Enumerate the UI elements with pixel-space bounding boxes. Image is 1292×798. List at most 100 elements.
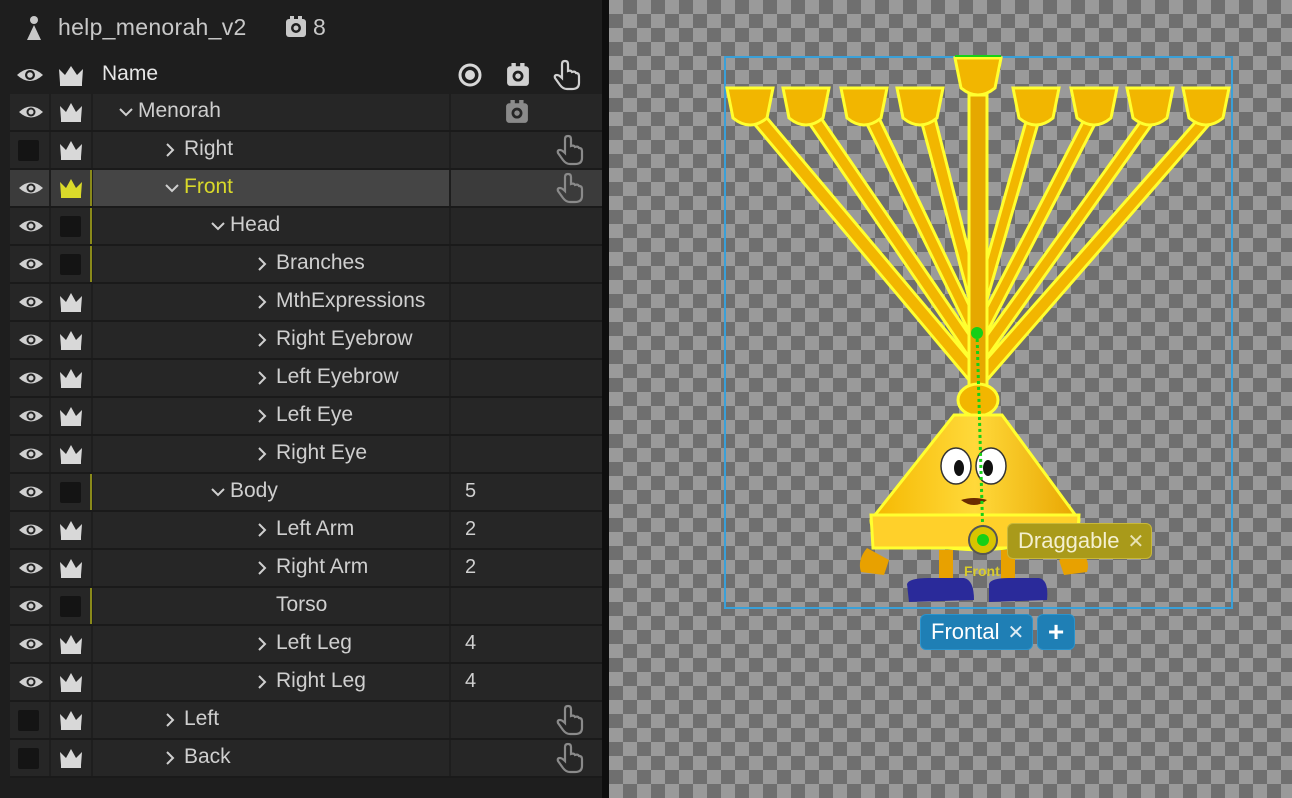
layer-row[interactable]: Left Leg 4 xyxy=(10,626,602,664)
visibility-toggle[interactable] xyxy=(10,664,49,700)
layer-row[interactable]: Right Eyebrow xyxy=(10,322,602,360)
visibility-toggle[interactable] xyxy=(10,588,49,624)
visibility-toggle[interactable] xyxy=(10,550,49,586)
layer-row[interactable]: Right xyxy=(10,132,602,170)
chevron-down-icon[interactable] xyxy=(209,483,225,501)
crown-toggle[interactable] xyxy=(51,132,91,168)
name-cell[interactable]: Left xyxy=(93,702,449,738)
layer-name[interactable]: Right xyxy=(184,137,233,161)
scene-canvas[interactable]: Front Draggable ✕ Frontal ✕ + xyxy=(609,0,1292,798)
chevron-right-icon[interactable] xyxy=(255,635,269,653)
target-column[interactable] xyxy=(456,56,484,93)
name-cell[interactable]: Right Arm xyxy=(93,550,449,586)
layer-name[interactable]: Back xyxy=(184,745,231,769)
name-cell[interactable]: Right Leg xyxy=(93,664,449,700)
frontal-tag[interactable]: Frontal ✕ xyxy=(920,614,1033,650)
visibility-toggle[interactable] xyxy=(10,436,49,472)
crown-toggle[interactable] xyxy=(51,208,91,244)
visibility-toggle[interactable] xyxy=(10,702,49,738)
visibility-toggle[interactable] xyxy=(10,474,49,510)
layer-name[interactable]: Branches xyxy=(276,251,365,275)
chevron-right-icon[interactable] xyxy=(163,749,177,767)
layer-row[interactable]: Right Arm 2 xyxy=(10,550,602,588)
layer-row[interactable]: Menorah xyxy=(10,94,602,132)
layer-name[interactable]: Right Eyebrow xyxy=(276,327,413,351)
draggable-tag[interactable]: Draggable ✕ xyxy=(1007,523,1152,559)
crown-toggle[interactable] xyxy=(51,322,91,358)
crown-toggle[interactable] xyxy=(51,664,91,700)
layer-row[interactable]: Branches xyxy=(10,246,602,284)
name-cell[interactable]: Right Eye xyxy=(93,436,449,472)
name-cell[interactable]: Right Eyebrow xyxy=(93,322,449,358)
layer-row[interactable]: Torso xyxy=(10,588,602,626)
layer-name[interactable]: Right Arm xyxy=(276,555,368,579)
layer-row[interactable]: Head xyxy=(10,208,602,246)
crown-toggle[interactable] xyxy=(51,360,91,396)
chevron-down-icon[interactable] xyxy=(163,179,179,197)
visibility-toggle[interactable] xyxy=(10,740,49,776)
chevron-right-icon[interactable] xyxy=(255,369,269,387)
visibility-toggle[interactable] xyxy=(10,208,49,244)
name-cell[interactable]: Body xyxy=(93,474,449,510)
name-cell[interactable]: Left Leg xyxy=(93,626,449,662)
crown-toggle[interactable] xyxy=(51,398,91,434)
chevron-right-icon[interactable] xyxy=(255,673,269,691)
layer-name[interactable]: MthExpressions xyxy=(276,289,425,313)
layer-row[interactable]: Front xyxy=(10,170,602,208)
layer-name[interactable]: Left Leg xyxy=(276,631,352,655)
chevron-right-icon[interactable] xyxy=(163,141,177,159)
layer-row[interactable]: Back xyxy=(10,740,602,778)
add-tag-button[interactable]: + xyxy=(1037,614,1075,650)
chevron-right-icon[interactable] xyxy=(255,331,269,349)
hand-pointer-icon[interactable] xyxy=(554,134,586,166)
layer-row[interactable]: Body 5 xyxy=(10,474,602,512)
chevron-right-icon[interactable] xyxy=(255,521,269,539)
layer-name[interactable]: Left Arm xyxy=(276,517,354,541)
crown-column[interactable] xyxy=(51,56,91,93)
layer-name[interactable]: Body xyxy=(230,479,278,503)
layer-row[interactable]: Left Eye xyxy=(10,398,602,436)
layer-name[interactable]: Front xyxy=(184,175,233,199)
visibility-toggle[interactable] xyxy=(10,284,49,320)
visibility-toggle[interactable] xyxy=(10,398,49,434)
behavior-column[interactable] xyxy=(504,56,532,93)
chevron-right-icon[interactable] xyxy=(255,407,269,425)
crown-toggle[interactable] xyxy=(51,588,91,624)
layer-row[interactable]: Left xyxy=(10,702,602,740)
chevron-right-icon[interactable] xyxy=(163,711,177,729)
name-cell[interactable]: Left Arm xyxy=(93,512,449,548)
crown-toggle[interactable] xyxy=(51,170,91,206)
crown-toggle[interactable] xyxy=(51,436,91,472)
crown-toggle[interactable] xyxy=(51,626,91,662)
hand-pointer-icon[interactable] xyxy=(554,742,586,774)
crown-toggle[interactable] xyxy=(51,512,91,548)
layer-name[interactable]: Torso xyxy=(276,593,327,617)
crown-toggle[interactable] xyxy=(51,702,91,738)
chevron-right-icon[interactable] xyxy=(255,293,269,311)
remove-draggable-tag-icon[interactable]: ✕ xyxy=(1128,529,1145,554)
name-cell[interactable]: Back xyxy=(93,740,449,776)
name-cell[interactable]: Left Eye xyxy=(93,398,449,434)
visibility-toggle[interactable] xyxy=(10,132,49,168)
chevron-right-icon[interactable] xyxy=(255,255,269,273)
chevron-right-icon[interactable] xyxy=(255,445,269,463)
layer-name[interactable]: Right Leg xyxy=(276,669,366,693)
chevron-down-icon[interactable] xyxy=(117,103,133,121)
chevron-down-icon[interactable] xyxy=(209,217,225,235)
name-column-header[interactable]: Name xyxy=(102,62,158,86)
layer-name[interactable]: Left Eyebrow xyxy=(276,365,399,389)
chevron-right-icon[interactable] xyxy=(255,559,269,577)
hand-pointer-icon[interactable] xyxy=(554,172,586,204)
crown-toggle[interactable] xyxy=(51,740,91,776)
visibility-toggle[interactable] xyxy=(10,512,49,548)
visibility-toggle[interactable] xyxy=(10,170,49,206)
layer-name[interactable]: Right Eye xyxy=(276,441,367,465)
name-cell[interactable]: Head xyxy=(93,208,449,244)
visibility-toggle[interactable] xyxy=(10,322,49,358)
name-cell[interactable]: Menorah xyxy=(93,94,449,130)
layer-name[interactable]: Left Eye xyxy=(276,403,353,427)
visibility-toggle[interactable] xyxy=(10,626,49,662)
crown-toggle[interactable] xyxy=(51,94,91,130)
visibility-toggle[interactable] xyxy=(10,360,49,396)
layer-name[interactable]: Head xyxy=(230,213,280,237)
